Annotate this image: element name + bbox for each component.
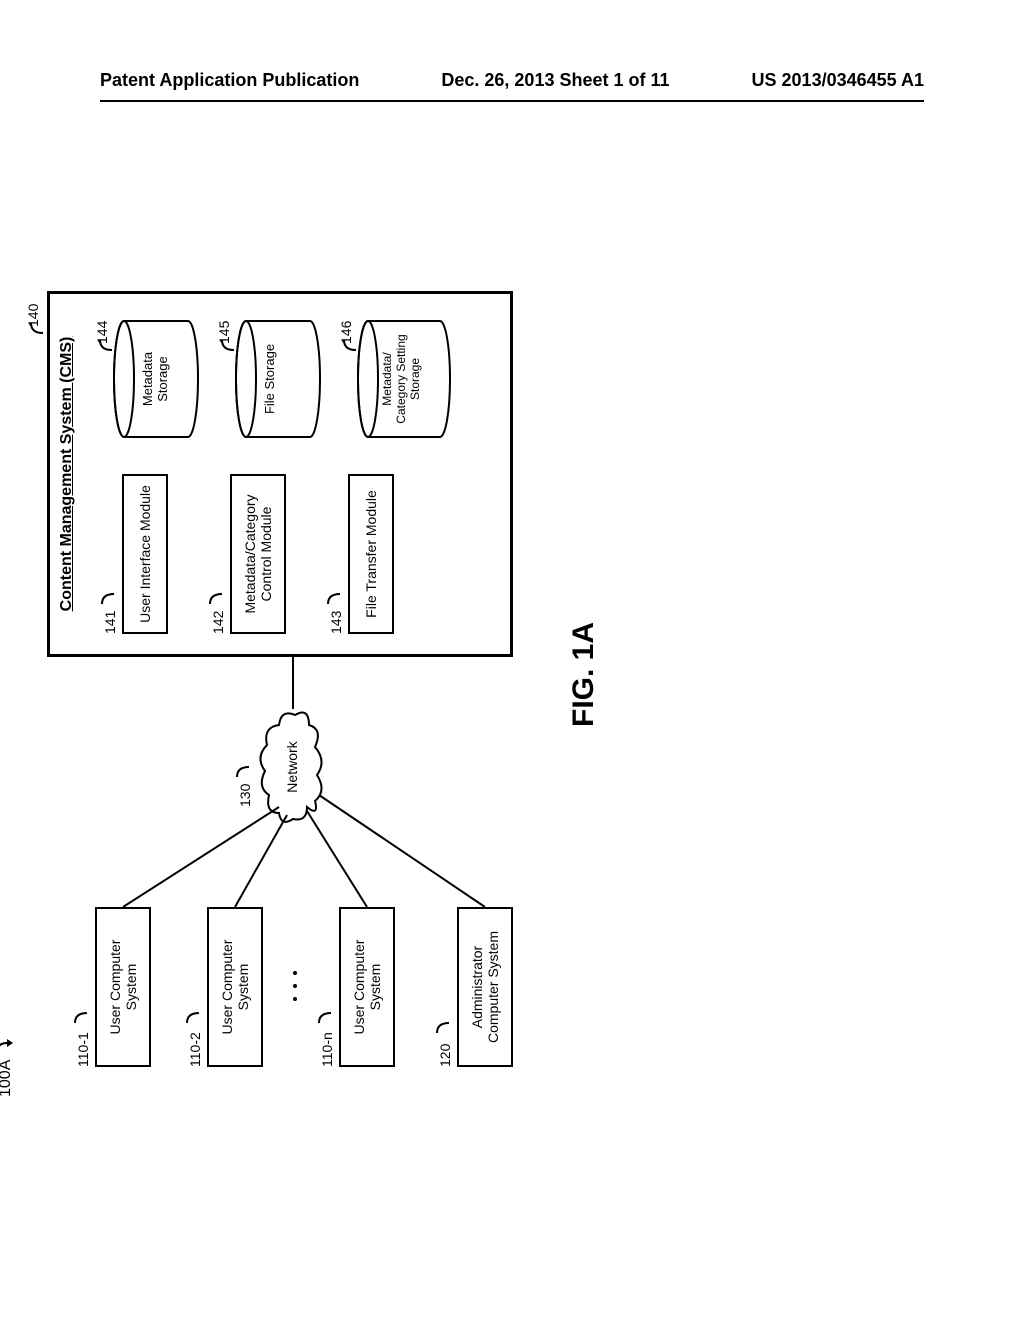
storage-cylinder-2: File Storage [234, 314, 322, 444]
ref-module-3: 143 [328, 611, 344, 634]
hook-icon [29, 321, 47, 337]
storage-label-3: Metadata/ Category Setting Storage [380, 314, 422, 444]
storage-cylinder-1: Metadata Storage [112, 314, 200, 444]
header-right: US 2013/0346455 A1 [752, 70, 924, 91]
ref-module-1: 141 [102, 611, 118, 634]
page-root: Patent Application Publication Dec. 26, … [0, 0, 1024, 1320]
header-left: Patent Application Publication [100, 70, 359, 91]
figure-1a: 100A 110-1 User Computer System 110-2 Us… [0, 283, 1024, 1107]
hook-icon [100, 590, 118, 606]
hook-icon [326, 590, 344, 606]
module-box-2: Metadata/Category Control Module [230, 474, 286, 634]
cms-title: Content Management System (CMS) [58, 294, 76, 654]
header-center: Dec. 26, 2013 Sheet 1 of 11 [441, 70, 669, 91]
cms-container: Content Management System (CMS) 141 User… [47, 291, 513, 657]
page-header: Patent Application Publication Dec. 26, … [100, 70, 924, 91]
figure-number: FIG. 1A [567, 622, 601, 727]
storage-cylinder-3: Metadata/ Category Setting Storage [356, 314, 452, 444]
storage-label-1: Metadata Storage [140, 314, 170, 444]
ref-module-2: 142 [210, 611, 226, 634]
header-rule [100, 100, 924, 102]
module-box-3: File Transfer Module [348, 474, 394, 634]
module-box-1: User Interface Module [122, 474, 168, 634]
storage-label-2: File Storage [262, 314, 277, 444]
hook-icon [208, 590, 226, 606]
